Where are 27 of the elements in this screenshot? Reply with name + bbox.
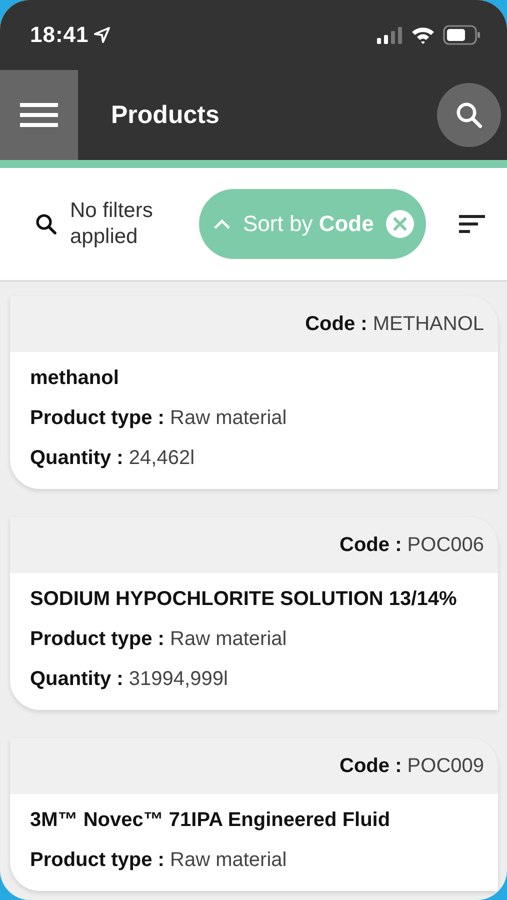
page-title: Products [111,100,220,130]
product-field: Quantity : 24,462l [30,446,478,471]
location-arrow-icon [92,26,111,44]
product-code: Code : POC009 [340,754,484,778]
sort-icon [459,215,485,233]
product-card[interactable]: Code : POC009 3M™ Novec™ 71IPA Engineered Fluid Product type : Raw material [10,738,498,891]
product-code: Code : POC006 [340,532,484,558]
battery-icon [443,25,481,45]
product-name: SODIUM HYPOCHLORITE SOLUTION 13/14% [30,587,458,612]
product-field: Product type : Raw material [30,406,478,431]
product-field: Product type : Raw material [30,627,478,652]
signal-icon [377,26,403,44]
menu-icon [20,103,58,127]
product-card[interactable]: Code : POC006 SODIUM HYPOCHLORITE SOLUTION 13/14% Product type : Raw material Quantity : 31994,999l [10,517,498,710]
search-icon [34,212,58,236]
product-name: methanol [30,366,120,391]
search-icon [454,100,484,130]
product-code: Code : METHANOL [305,312,484,336]
clock-time: 18:41 [30,22,89,48]
wifi-icon [411,26,435,44]
product-name: 3M™ Novec™ 71IPA Engineered Fluid [30,808,392,833]
clear-icon [386,210,414,238]
product-field: Product type : Raw material [30,848,478,873]
product-field: Quantity : 31994,999l [30,667,478,692]
filter-status: No filters applied [70,198,154,250]
product-card[interactable]: Code : METHANOL methanol Product type : Raw material Quantity : 24,462l [10,296,498,489]
menu-button[interactable] [0,70,78,160]
